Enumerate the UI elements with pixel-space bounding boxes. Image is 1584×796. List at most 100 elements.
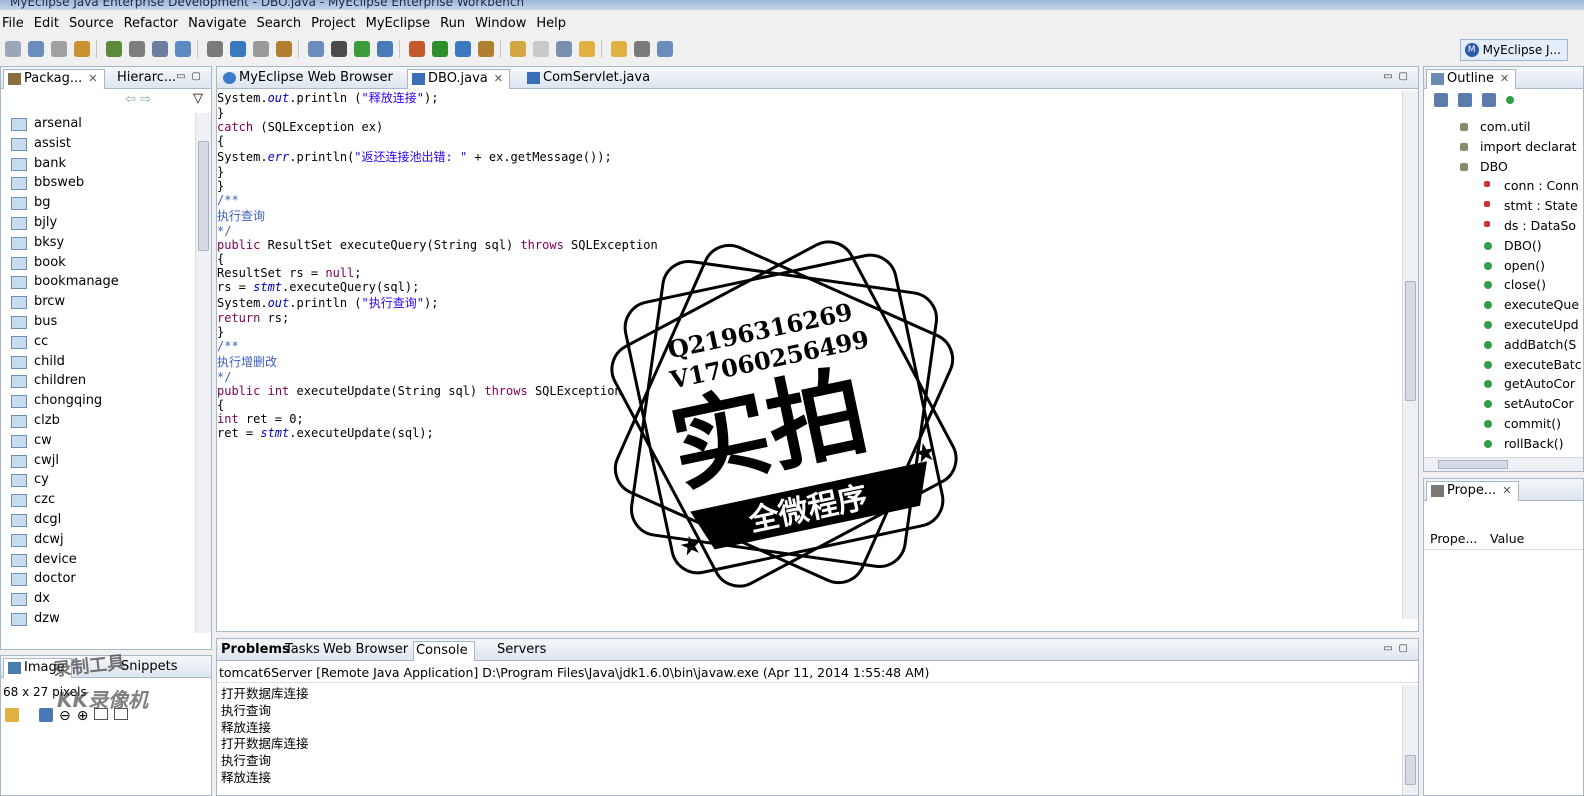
toolbar-button-icon[interactable]: [354, 41, 370, 57]
window-controls[interactable]: ▭▢: [1383, 71, 1414, 82]
tab-tasks[interactable]: Tasks: [283, 641, 326, 661]
folder-icon: [11, 415, 27, 428]
toolbar-separator: [298, 40, 299, 58]
tab-outline[interactable]: Outline ✕: [1426, 69, 1517, 89]
tab-dbo-java[interactable]: DBO.java ✕: [407, 69, 510, 89]
hide-fields-icon[interactable]: [1458, 93, 1472, 107]
vertical-scrollbar[interactable]: [195, 113, 211, 633]
view-menu-icon[interactable]: ▽: [193, 91, 203, 106]
menu-help[interactable]: Help: [534, 16, 574, 31]
method-icon: [1484, 261, 1492, 270]
code-token: ;: [354, 266, 362, 280]
toolbar-button-icon[interactable]: [51, 41, 67, 57]
folder-icon: [11, 256, 27, 270]
toolbar-separator: [601, 40, 602, 58]
tab-properties[interactable]: Prope... ✕: [1426, 481, 1519, 501]
code-token: out: [267, 296, 290, 310]
menu-search[interactable]: Search: [254, 16, 309, 31]
toolbar-button-icon[interactable]: [611, 41, 627, 57]
tab-console[interactable]: Console: [413, 641, 475, 661]
code-line: rs = stmt.executeQuery(sql);: [217, 280, 1400, 294]
code-line: catch (SQLException ex): [217, 120, 1400, 134]
toolbar-button-icon[interactable]: [657, 41, 673, 57]
toolbar-button-icon[interactable]: [478, 41, 494, 57]
toolbar-button-icon[interactable]: [556, 41, 572, 57]
hide-static-icon[interactable]: [1482, 93, 1496, 107]
toolbar-button-icon[interactable]: [106, 41, 122, 57]
close-icon[interactable]: ✕: [494, 72, 503, 85]
toolbar-button-icon[interactable]: [377, 41, 393, 57]
actual-size-icon[interactable]: [94, 708, 109, 720]
toolbar-button-icon[interactable]: [510, 41, 526, 57]
code-line: */: [217, 224, 1400, 238]
menu-project[interactable]: Project: [309, 16, 363, 31]
code-editor[interactable]: System.out.println ("释放连接");} catch (SQLE…: [217, 89, 1400, 631]
zoom-fit-icon[interactable]: [5, 708, 19, 722]
toolbar-button-icon[interactable]: [331, 41, 347, 57]
method-icon: [1484, 321, 1492, 329]
toolbar-button-icon[interactable]: [533, 41, 549, 57]
toolbar-button-icon[interactable]: [230, 41, 246, 57]
menu-navigate[interactable]: Navigate: [186, 16, 254, 31]
outline-horizontal-scrollbar[interactable]: [1424, 457, 1583, 471]
zoom-out-icon[interactable]: ⊖: [59, 708, 71, 724]
code-token: SQLException: [563, 238, 658, 252]
toolbar-button-icon[interactable]: [276, 41, 292, 57]
code-token: + ex.getMessage());: [467, 150, 612, 164]
toolbar-button-icon[interactable]: [129, 41, 145, 57]
toolbar-button-icon[interactable]: [207, 41, 223, 57]
code-line: ResultSet rs = null;: [217, 266, 1400, 280]
tab-comservlet-java[interactable]: ComServlet.java: [523, 69, 656, 89]
hide-nonpublic-icon[interactable]: [1506, 96, 1514, 104]
toolbar-button-icon[interactable]: [409, 41, 425, 57]
tab-web-browser[interactable]: Web Browser: [321, 641, 414, 661]
menu-run[interactable]: Run: [438, 16, 473, 31]
menu-window[interactable]: Window: [473, 16, 534, 31]
code-token: null: [325, 266, 355, 280]
code-token: executeUpdate(String sql): [289, 384, 485, 398]
toolbar-button-icon[interactable]: [253, 41, 269, 57]
folder-icon: [11, 494, 27, 508]
tab-servers[interactable]: Servers: [495, 641, 552, 661]
toolbar-button-icon[interactable]: [455, 41, 471, 57]
menu-myeclipse[interactable]: MyEclipse: [364, 16, 439, 31]
toolbar-button-icon[interactable]: [175, 41, 191, 57]
toolbar-button-icon[interactable]: [579, 41, 595, 57]
myeclipse-icon: M: [1464, 43, 1479, 57]
close-icon[interactable]: ✕: [1502, 484, 1511, 497]
properties-panel: Prope... ✕ Prope... Value: [1423, 478, 1584, 796]
toolbar-button-icon[interactable]: [74, 41, 90, 57]
window-controls[interactable]: ▭▢: [1383, 643, 1414, 654]
outline-icon: [1431, 73, 1444, 85]
toolbar-button-icon[interactable]: [152, 41, 168, 57]
close-icon[interactable]: ✕: [1500, 72, 1509, 85]
tab-hierarchy[interactable]: Hierarc...: [97, 69, 182, 89]
perspective-switcher[interactable]: M MyEclipse J...: [1459, 39, 1568, 61]
menu-source[interactable]: Source: [67, 16, 122, 31]
folder-icon: [11, 197, 27, 211]
editor-vertical-scrollbar[interactable]: [1402, 91, 1418, 619]
toolbar-button-icon[interactable]: [308, 41, 324, 57]
fit-window-icon[interactable]: [114, 708, 129, 720]
toolbar-button-icon[interactable]: [634, 41, 650, 57]
toolbar-button-icon[interactable]: [5, 41, 21, 57]
tab-web-browser[interactable]: MyEclipse Web Browser: [219, 69, 399, 89]
menu-edit[interactable]: Edit: [32, 16, 67, 31]
image-panel: Image Snippets 68 x 27 pixels 录制工具 KK录像机…: [0, 652, 212, 796]
code-token: System.: [217, 296, 268, 310]
menu-file[interactable]: File: [0, 16, 32, 31]
window-controls[interactable]: ▭▢: [176, 71, 207, 82]
code-token: public: [217, 238, 261, 252]
sort-icon[interactable]: [1434, 93, 1448, 107]
toolbar-button-icon[interactable]: [432, 41, 448, 57]
console-vertical-scrollbar[interactable]: [1402, 685, 1418, 795]
folder-icon: [11, 296, 27, 310]
main-toolbar: [0, 36, 1584, 62]
zoom-in-icon[interactable]: ⊕: [77, 708, 89, 724]
tab-package-explorer[interactable]: Packag... ✕: [3, 69, 105, 89]
code-line: }: [217, 325, 1400, 339]
toolbar-button-icon[interactable]: [28, 41, 44, 57]
menu-refactor[interactable]: Refactor: [122, 16, 187, 31]
image-icon[interactable]: [39, 708, 53, 722]
